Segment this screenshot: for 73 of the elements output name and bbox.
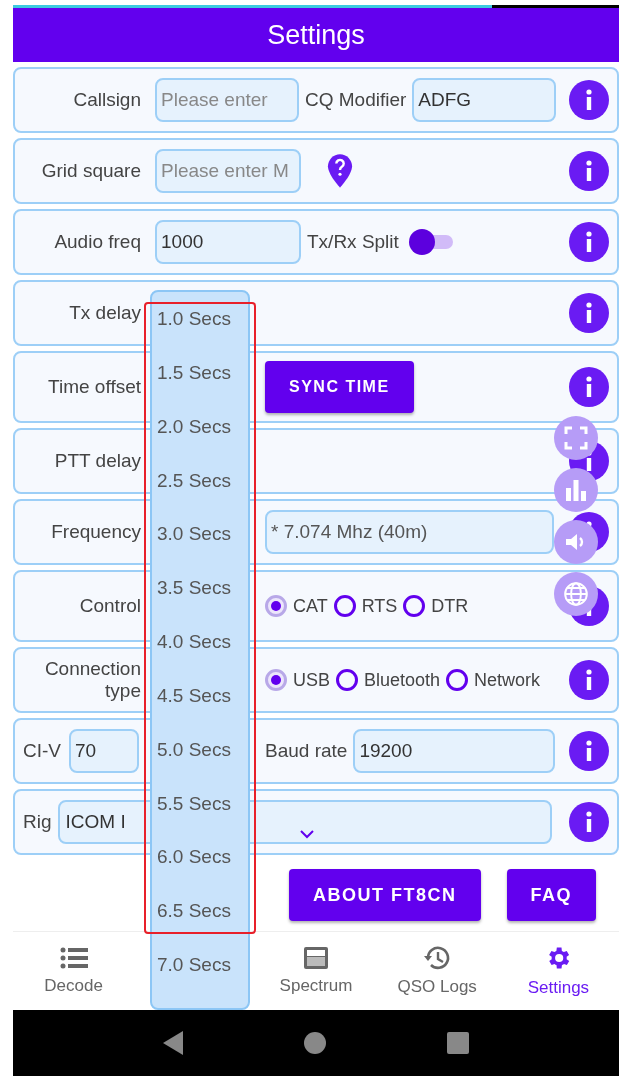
info-icon[interactable]	[569, 222, 609, 262]
radio-button[interactable]	[336, 669, 358, 691]
spectrum-grid-icon	[303, 946, 329, 970]
back-icon[interactable]	[163, 1031, 184, 1055]
nav-tab[interactable]: Decode	[13, 932, 135, 1010]
radio-button[interactable]	[265, 669, 287, 691]
dropdown-option[interactable]: 1.5 Secs	[152, 361, 248, 416]
radio-label: USB	[293, 669, 330, 691]
screen-title: Settings	[267, 19, 365, 51]
input-field[interactable]: 70	[69, 729, 139, 773]
field-label: CI-V	[23, 740, 61, 762]
location-question-icon[interactable]	[327, 153, 353, 189]
radio-label: CAT	[293, 595, 328, 617]
toggle-switch[interactable]	[408, 229, 453, 255]
input-field[interactable]: Please enter M	[155, 149, 301, 193]
input-field[interactable]: ADFG	[412, 78, 557, 122]
action-button[interactable]: ABOUT FT8CN	[289, 869, 481, 921]
field-label: Audio freq	[53, 231, 141, 253]
radio-button[interactable]	[403, 595, 426, 617]
action-button[interactable]: FAQ	[506, 869, 596, 921]
field-label: Grid square	[40, 160, 141, 182]
home-icon[interactable]	[304, 1032, 326, 1054]
field-label: Connection type	[43, 658, 141, 702]
input-field[interactable]: * 7.074 Mhz (40m)	[265, 510, 555, 554]
list-icon	[59, 946, 88, 970]
dropdown-option[interactable]: 7.0 Secs	[152, 954, 248, 1008]
radio-button[interactable]	[446, 669, 469, 691]
sync-time-button[interactable]: SYNC TIME	[265, 361, 414, 413]
info-icon[interactable]	[569, 660, 609, 700]
dropdown-option[interactable]: 3.5 Secs	[152, 577, 248, 632]
info-icon[interactable]	[569, 293, 609, 333]
bar-chart-icon	[564, 478, 588, 502]
input-field[interactable]: 1000	[155, 220, 301, 264]
radio-button[interactable]	[265, 595, 287, 617]
info-icon[interactable]	[569, 367, 609, 407]
field-label: Control	[78, 595, 141, 617]
nav-tab[interactable]: QSO Logs	[376, 932, 498, 1010]
history-icon	[423, 945, 452, 971]
radio-label: Bluetooth	[364, 669, 441, 691]
field-label: PTT delay	[53, 450, 141, 472]
dropdown-option[interactable]: 5.0 Secs	[152, 738, 248, 793]
selected-value: ICOM I	[64, 811, 126, 833]
field-label: CQ Modifier	[305, 89, 407, 111]
dropdown-option[interactable]: 2.5 Secs	[152, 469, 248, 524]
dropdown-option[interactable]: 6.0 Secs	[152, 846, 248, 901]
radio-label: DTR	[431, 595, 469, 617]
field-label: Tx/Rx Split	[307, 231, 399, 253]
radio-label: Network	[474, 669, 541, 691]
info-icon[interactable]	[569, 151, 609, 191]
dropdown-option[interactable]: 3.0 Secs	[152, 523, 248, 578]
dropdown-option[interactable]: 4.0 Secs	[152, 631, 248, 685]
info-icon[interactable]	[569, 731, 609, 771]
recents-icon[interactable]	[446, 1032, 469, 1054]
dropdown-option[interactable]: 6.5 Secs	[152, 900, 248, 955]
nav-tab[interactable]: Spectrum	[255, 932, 377, 1010]
radio-button[interactable]	[333, 595, 356, 617]
field-label: Rig	[23, 811, 52, 833]
caret-icon	[299, 830, 314, 839]
info-icon[interactable]	[569, 80, 609, 120]
info-icon[interactable]	[569, 802, 609, 842]
dropdown-option[interactable]: 2.0 Secs	[152, 415, 248, 470]
field-label: Baud rate	[265, 740, 348, 762]
field-label: Frequency	[50, 521, 141, 543]
radio-label: RTS	[361, 595, 398, 617]
input-field[interactable]: 19200	[353, 729, 556, 773]
field-label: Callsign	[72, 89, 141, 111]
dropdown-option[interactable]: 4.5 Secs	[152, 684, 248, 739]
dropdown-option[interactable]: 1.0 Secs	[152, 308, 248, 362]
fullscreen-icon	[564, 426, 588, 450]
field-label: Tx delay	[68, 302, 141, 324]
input-field[interactable]: Please enter	[155, 78, 299, 122]
nav-tab[interactable]: Settings	[497, 932, 619, 1010]
field-label: Time offset	[47, 376, 141, 398]
